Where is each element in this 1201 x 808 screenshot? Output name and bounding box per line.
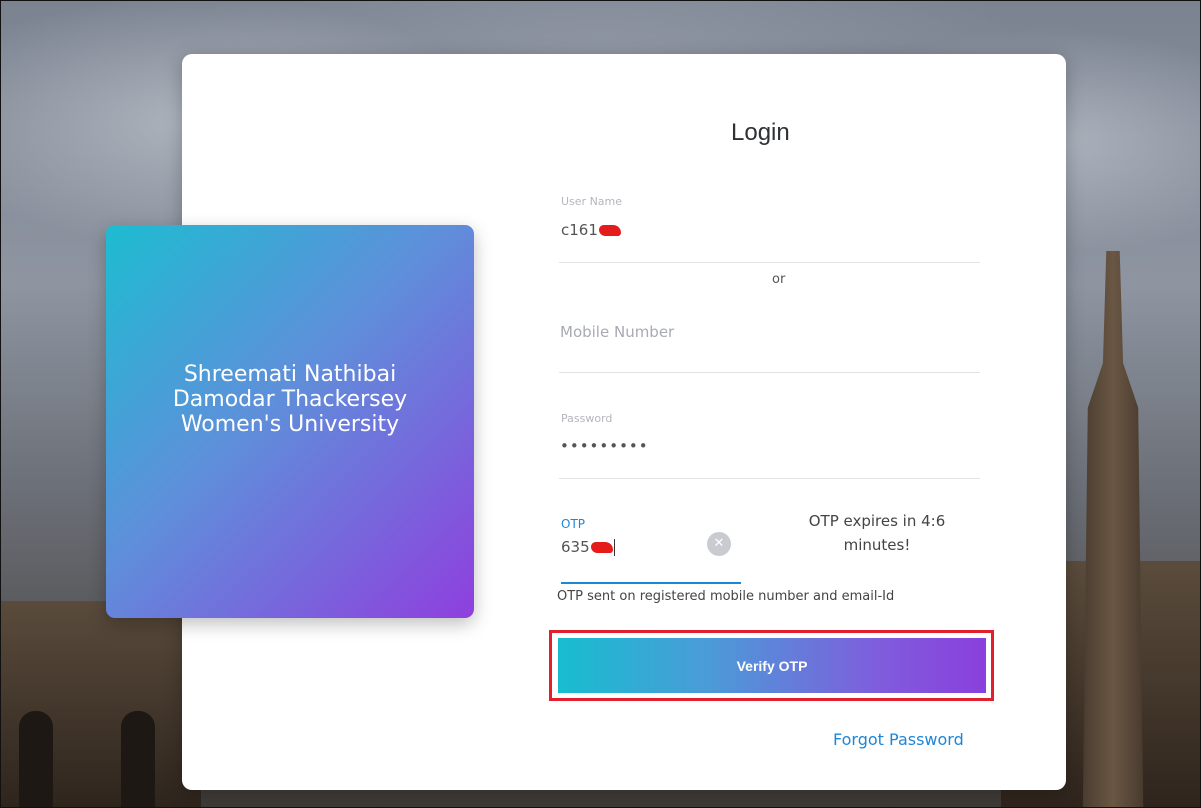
otp-expiry-message: OTP expires in 4:6 minutes! xyxy=(808,512,946,554)
login-title: Login xyxy=(731,119,790,146)
or-divider: or xyxy=(772,272,786,287)
otp-label: OTP xyxy=(561,517,586,531)
mobile-underline xyxy=(559,372,980,373)
username-label: User Name xyxy=(561,195,623,208)
otp-value: 635 xyxy=(561,538,590,556)
university-name: Shreemati Nathibai Damodar Thackersey Wo… xyxy=(172,361,408,437)
forgot-password-link[interactable]: Forgot Password xyxy=(833,730,964,749)
username-underline xyxy=(559,262,980,263)
text-caret xyxy=(613,539,615,556)
otp-sent-message: OTP sent on registered mobile number and… xyxy=(557,589,895,604)
brand-panel: Shreemati Nathibai Damodar Thackersey Wo… xyxy=(106,225,474,618)
redaction-mark xyxy=(590,542,613,553)
password-field[interactable]: ••••••••• xyxy=(560,437,649,455)
password-underline xyxy=(559,478,980,479)
verify-otp-button[interactable]: Verify OTP xyxy=(558,638,986,693)
page-frame: Shreemati Nathibai Damodar Thackersey Wo… xyxy=(0,0,1201,808)
mobile-number-field[interactable]: Mobile Number xyxy=(560,323,674,341)
redaction-mark xyxy=(598,225,621,236)
clear-x-icon[interactable]: ✕ xyxy=(707,532,731,556)
building-window xyxy=(19,711,53,807)
background-building-left xyxy=(1,601,201,807)
otp-input[interactable]: 635 xyxy=(561,538,615,556)
otp-underline xyxy=(561,582,741,584)
username-value: c161 xyxy=(561,221,598,239)
username-field[interactable]: c161 xyxy=(561,221,621,239)
password-label: Password xyxy=(561,412,613,425)
building-window xyxy=(121,711,155,807)
